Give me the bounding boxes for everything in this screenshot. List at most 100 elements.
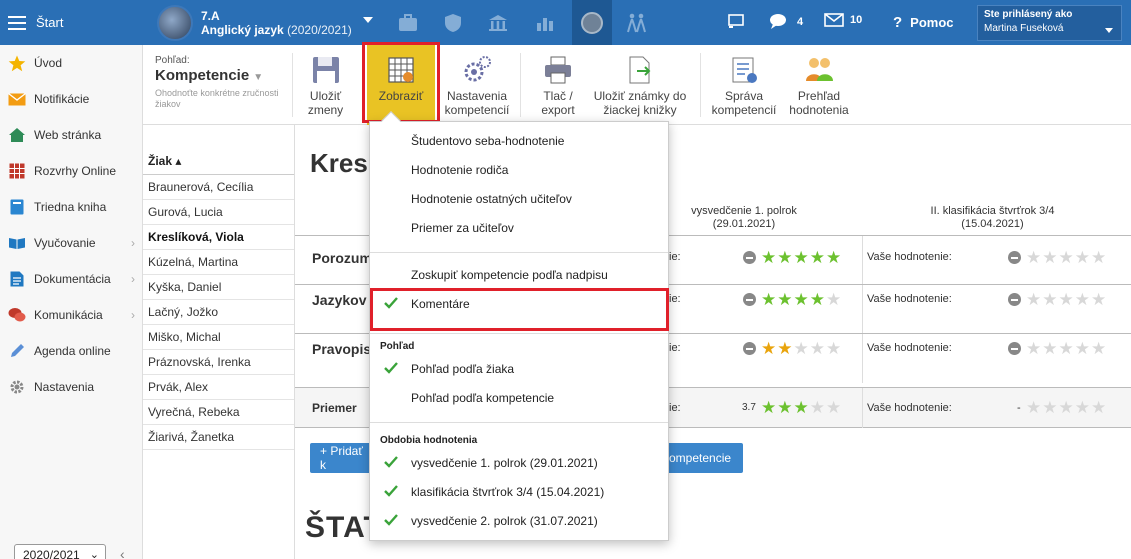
star-icon[interactable]: ★ [1059,249,1074,266]
user-menu[interactable]: Ste prihlásený ako Martina Fuseková [977,5,1122,41]
menu-item-parent-evaluation[interactable]: Hodnotenie rodiča [370,155,668,184]
star-icon[interactable]: ★ [810,249,825,266]
start-menu-button[interactable]: Štart [0,0,143,45]
star-icon[interactable]: ★ [826,249,841,266]
sidebar-item-agenda[interactable]: Agenda online [0,333,143,369]
star-icon[interactable]: ★ [1042,340,1057,357]
student-row[interactable]: Kyška, Daniel [143,275,294,300]
star-icon[interactable]: ★ [794,340,809,357]
sidebar-item-dokumentacia[interactable]: Dokumentácia › [0,261,143,297]
sidebar-item-web[interactable]: Web stránka [0,117,143,153]
student-row[interactable]: Gurová, Lucia [143,200,294,225]
save-button[interactable]: Uložiť zmeny [298,45,353,125]
star-icon[interactable]: ★ [810,340,825,357]
star-icon[interactable]: ★ [1059,340,1074,357]
student-row[interactable]: Braunerová, Cecília [143,175,294,200]
star-icon[interactable]: ★ [826,291,841,308]
star-icon[interactable]: ★ [794,249,809,266]
student-row[interactable]: Prvák, Alex [143,375,294,400]
star-icon[interactable]: ★ [1075,340,1090,357]
menu-item-teacher-average[interactable]: Priemer za učiteľov [370,213,668,242]
star-icon[interactable]: ★ [810,291,825,308]
mail-button[interactable]: 10 [824,13,862,27]
manage-competencies-button[interactable]: Správa kompetencií [708,45,780,125]
star-icon[interactable]: ★ [777,291,792,308]
rating-stars[interactable]: ★ ★ ★ ★ ★ [743,291,842,308]
help-button[interactable]: ? Pomoc [893,14,954,31]
star-icon[interactable]: ★ [761,291,776,308]
competence-settings-button[interactable]: Nastavenia kompetencií [441,45,513,125]
student-row[interactable]: Lačný, Jožko [143,300,294,325]
student-row[interactable]: Miško, Michal [143,325,294,350]
clear-rating-icon[interactable] [1008,293,1021,306]
sidebar-item-komunikacia[interactable]: Komunikácia › [0,297,143,333]
your-rating-stars[interactable]: ★ ★ ★ ★ ★ [1008,249,1107,266]
shield-icon[interactable] [433,0,473,45]
star-icon[interactable]: ★ [761,340,776,357]
menu-item-self-evaluation[interactable]: Študentovo seba-hodnotenie [370,126,668,155]
sidebar-item-nastavenia[interactable]: Nastavenia [0,369,143,405]
clear-rating-icon[interactable] [1008,251,1021,264]
rating-stars[interactable]: ★ ★ ★ ★ ★ [743,249,842,266]
clear-rating-icon[interactable] [1008,342,1021,355]
sidebar-item-notifikacie[interactable]: Notifikácie [0,81,143,117]
school-year-select[interactable]: 2020/2021 ⌄ [14,544,106,559]
star-icon[interactable]: ★ [1059,291,1074,308]
star-icon[interactable]: ★ [1042,249,1057,266]
menu-item-view-by-student[interactable]: Pohľad podľa žiaka [370,354,668,383]
clear-rating-icon[interactable] [743,251,756,264]
star-icon[interactable]: ★ [1075,249,1090,266]
star-icon[interactable]: ★ [1091,340,1106,357]
walking-people-icon[interactable] [617,0,657,45]
star-icon[interactable]: ★ [1026,249,1041,266]
view-selector[interactable]: Pohľad: Kompetencie ▼ Ohodnoťte konkrétne… [155,55,285,110]
star-icon[interactable]: ★ [1026,340,1041,357]
star-icon[interactable]: ★ [794,291,809,308]
clear-rating-icon[interactable] [743,293,756,306]
menu-item-period-3[interactable]: vysvedčenie 2. polrok (31.07.2021) [370,506,668,535]
star-icon[interactable]: ★ [826,340,841,357]
print-export-button[interactable]: Tlač / export [528,45,588,125]
star-icon[interactable]: ★ [777,249,792,266]
menu-item-view-by-competence[interactable]: Pohľad podľa kompetencie [370,383,668,412]
menu-item-period-1[interactable]: vysvedčenie 1. polrok (29.01.2021) [370,448,668,477]
briefcase-icon[interactable] [388,0,428,45]
settings-gears-icon [464,56,491,82]
star-icon[interactable]: ★ [777,340,792,357]
sidebar-item-vyucovanie[interactable]: Vyučovanie › [0,225,143,261]
sidebar-item-triedna-kniha[interactable]: Triedna kniha [0,189,143,225]
add-competence-button[interactable]: + Pridať k [310,443,378,473]
student-row[interactable]: Práznovská, Irenka [143,350,294,375]
sidebar-item-uvod[interactable]: Úvod [0,45,143,81]
menu-item-period-2[interactable]: klasifikácia štvrťrok 3/4 (15.04.2021) [370,477,668,506]
bar-chart-icon[interactable] [525,0,565,45]
collapse-sidebar-icon[interactable]: ‹ [120,546,125,559]
star-icon[interactable]: ★ [1091,249,1106,266]
chevron-down-icon[interactable] [363,17,373,23]
rating-stars[interactable]: ★ ★ ★ ★ ★ [743,340,842,357]
star-icon[interactable]: ★ [1026,291,1041,308]
competence-button[interactable]: ompetencie [667,443,743,473]
your-rating-stars[interactable]: ★ ★ ★ ★ ★ [1008,291,1107,308]
grades-icon[interactable] [572,0,612,45]
evaluation-overview-button[interactable]: Prehľad hodnotenia [784,45,854,125]
star-icon[interactable]: ★ [1075,291,1090,308]
student-row[interactable]: Kúzelná, Martina [143,250,294,275]
your-rating-stars[interactable]: ★ ★ ★ ★ ★ [1008,340,1107,357]
student-row[interactable]: Vyrečná, Rebeka [143,400,294,425]
student-column-header[interactable]: Žiak ▴ [143,147,294,175]
sidebar-item-rozvrhy[interactable]: Rozvrhy Online [0,153,143,189]
store-grades-button[interactable]: Uložiť známky do žiackej knižky [590,45,690,125]
menu-item-other-teachers[interactable]: Hodnotenie ostatných učiteľov [370,184,668,213]
messages-button[interactable]: 4 [769,13,803,31]
institution-icon[interactable] [478,0,518,45]
star-icon[interactable]: ★ [1091,291,1106,308]
star-icon[interactable]: ★ [1042,291,1057,308]
class-selector[interactable]: 7.A Anglický jazyk (2020/2021) [157,4,352,41]
student-row-selected[interactable]: Kreslíková, Viola [143,225,294,250]
menu-item-group-by-heading[interactable]: Zoskupiť kompetencie podľa nadpisu [370,260,668,289]
cast-icon[interactable] [727,13,751,29]
student-row[interactable]: Žiarivá, Žanetka [143,425,294,450]
clear-rating-icon[interactable] [743,342,756,355]
star-icon[interactable]: ★ [761,249,776,266]
